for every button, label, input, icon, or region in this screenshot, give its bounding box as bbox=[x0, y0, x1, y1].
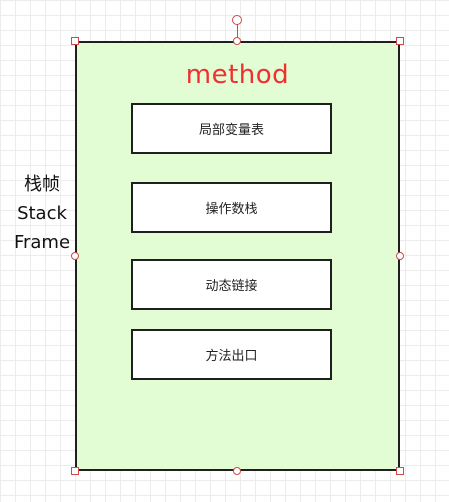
dynamic-linking-label: 动态链接 bbox=[205, 279, 258, 294]
dynamic-linking-box[interactable]: 动态链接 bbox=[131, 259, 332, 310]
resize-handle-top-left[interactable] bbox=[71, 37, 79, 45]
method-title: method bbox=[185, 60, 290, 90]
rotate-handle-stem bbox=[237, 24, 238, 38]
operand-stack-box[interactable]: 操作数栈 bbox=[131, 182, 332, 233]
resize-handle-left[interactable] bbox=[71, 252, 79, 260]
operand-stack-label: 操作数栈 bbox=[205, 202, 258, 217]
resize-handle-top-right[interactable] bbox=[396, 37, 404, 45]
method-exit-label: 方法出口 bbox=[205, 349, 258, 364]
resize-handle-bottom[interactable] bbox=[233, 467, 241, 475]
side-label-line-3: Frame bbox=[13, 232, 71, 253]
rotate-handle[interactable] bbox=[232, 15, 242, 25]
resize-handle-top[interactable] bbox=[233, 37, 241, 45]
resize-handle-bottom-left[interactable] bbox=[71, 467, 79, 475]
method-exit-box[interactable]: 方法出口 bbox=[131, 329, 332, 380]
local-variable-table-label: 局部变量表 bbox=[198, 123, 264, 138]
resize-handle-right[interactable] bbox=[396, 252, 404, 260]
side-label-line-1: 栈帧 bbox=[24, 174, 60, 195]
stack-frame-side-label: 栈帧 Stack Frame bbox=[6, 170, 78, 257]
resize-handle-bottom-right[interactable] bbox=[396, 467, 404, 475]
side-label-line-2: Stack bbox=[17, 203, 67, 224]
local-variable-table-box[interactable]: 局部变量表 bbox=[131, 103, 332, 154]
